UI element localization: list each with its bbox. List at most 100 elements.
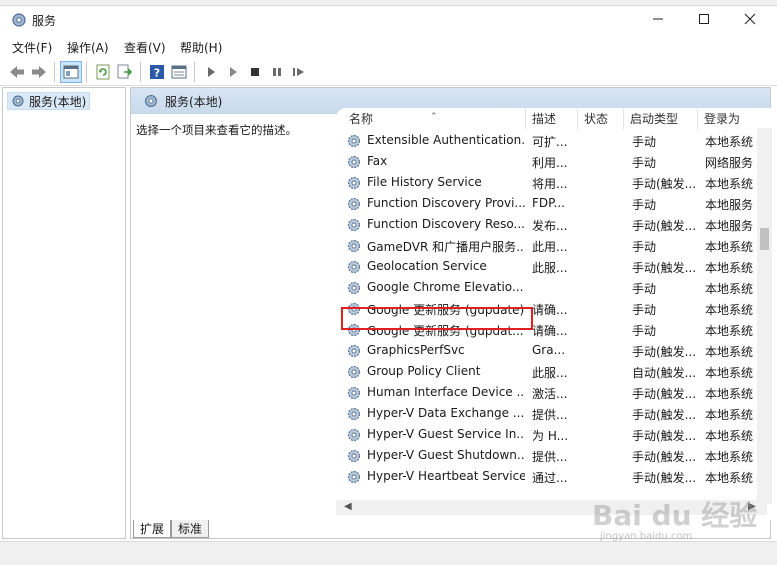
tab-extended-label: 扩展 [140, 522, 165, 536]
service-logon-as: 本地系统 [705, 303, 754, 317]
start-icon [208, 67, 215, 77]
menu-help[interactable]: 帮助(H) [180, 39, 222, 56]
service-startup-type: 手动(触发... [632, 345, 696, 359]
services-gear-icon [12, 13, 26, 27]
column-desc-label: 描述 [532, 112, 557, 126]
table-row[interactable]: Function Discovery Reso... 发布... 手动(触发... 本… [336, 214, 766, 235]
service-gear-icon [347, 239, 361, 253]
service-startup-type: 手动(触发... [632, 408, 696, 422]
service-gear-icon [347, 344, 361, 358]
table-row[interactable]: Extensible Authentication... 可扩... 手动 本地系统 [336, 130, 766, 151]
services-gear-icon [12, 95, 24, 107]
properties-button[interactable] [168, 61, 190, 83]
service-logon-as: 本地系统 [705, 324, 754, 338]
service-logon-as: 网络服务 [705, 156, 754, 170]
table-row[interactable]: Geolocation Service 此服... 手动(触发... 本地系统 [336, 256, 766, 277]
service-name: Hyper-V Guest Service In... [367, 427, 525, 441]
table-row[interactable]: Hyper-V Guest Service In... 为 H... 手动(触发..… [336, 424, 766, 445]
menu-file[interactable]: 文件(F) [12, 39, 52, 56]
table-row[interactable]: Hyper-V Heartbeat Service 通过... 手动(触发... 本地… [336, 466, 766, 487]
show-tree-button[interactable] [60, 61, 82, 83]
main-pane: 服务(本地) 选择一个项目来查看它的描述。 名称 ⌃ 描述 状态 启动类型 登录… [130, 87, 772, 539]
toolbar: ? [0, 58, 777, 86]
service-logon-as: 本地系统 [705, 345, 754, 359]
vertical-scroll-thumb[interactable] [760, 228, 769, 250]
export-icon [117, 64, 133, 79]
table-row[interactable]: Human Interface Device ... 激活... 手动(触发... 本… [336, 382, 766, 403]
refresh-button[interactable] [92, 61, 114, 83]
service-startup-type: 手动(触发... [632, 429, 696, 443]
service-logon-as: 本地系统 [705, 429, 754, 443]
service-name: GraphicsPerfSvc [367, 343, 465, 357]
service-gear-icon [347, 428, 361, 442]
help-button[interactable]: ? [146, 61, 168, 83]
watermark-url: jingyan.baidu.com [600, 531, 693, 542]
maximize-button[interactable] [681, 6, 727, 32]
services-list: 名称 ⌃ 描述 状态 启动类型 登录为 Extensible Authentic… [336, 108, 772, 520]
table-row[interactable]: Function Discovery Provi... FDP... 手动 本地服务 [336, 193, 766, 214]
status-bar [0, 541, 777, 565]
service-description: 此用... [532, 240, 568, 254]
forward-button[interactable] [28, 61, 50, 83]
close-button[interactable] [727, 6, 773, 32]
service-startup-type: 手动 [632, 324, 657, 338]
table-row[interactable]: GraphicsPerfSvc Gra... 手动(触发... 本地系统 [336, 340, 766, 361]
column-header-desc[interactable]: 描述 [526, 108, 578, 130]
service-gear-icon [347, 281, 361, 295]
pause-service-button[interactable] [266, 61, 288, 83]
start-service-alt-button[interactable] [222, 61, 244, 83]
tab-standard-label: 标准 [178, 522, 203, 536]
service-gear-icon [347, 449, 361, 463]
service-name: File History Service [367, 175, 482, 189]
start-service-button[interactable] [200, 61, 222, 83]
menu-action[interactable]: 操作(A) [67, 39, 109, 56]
table-row[interactable]: GameDVR 和广播用户服务... 此用... 手动 本地系统 [336, 235, 766, 256]
table-row[interactable]: Google Chrome Elevatio... 手动 本地系统 [336, 277, 766, 298]
column-header-startup[interactable]: 启动类型 [624, 108, 698, 130]
service-description: 此服... [532, 261, 568, 275]
service-gear-icon [347, 134, 361, 148]
tab-extended[interactable]: 扩展 [133, 520, 172, 538]
column-header-status[interactable]: 状态 [578, 108, 624, 130]
service-startup-type: 手动 [632, 240, 657, 254]
table-row[interactable]: File History Service 将用... 手动(触发... 本地系统 [336, 172, 766, 193]
service-description: 可扩... [532, 135, 568, 149]
service-gear-icon [347, 407, 361, 421]
back-button[interactable] [6, 61, 28, 83]
window-title: 服务 [32, 14, 57, 28]
service-name: Hyper-V Data Exchange ... [367, 406, 525, 420]
service-description: 提供... [532, 450, 568, 464]
service-gear-icon [347, 386, 361, 400]
column-header-name[interactable]: 名称 ⌃ [336, 108, 526, 130]
tab-standard[interactable]: 标准 [171, 520, 210, 538]
stop-service-button[interactable] [244, 61, 266, 83]
table-row[interactable]: Hyper-V Data Exchange ... 提供... 手动(触发... 本地… [336, 403, 766, 424]
menu-view[interactable]: 查看(V) [124, 39, 166, 56]
service-logon-as: 本地系统 [705, 450, 754, 464]
service-description: 此服... [532, 366, 568, 380]
vertical-scrollbar[interactable] [757, 128, 772, 504]
column-header-logon[interactable]: 登录为 [698, 108, 758, 130]
service-startup-type: 手动(触发... [632, 471, 696, 485]
service-gear-icon [347, 365, 361, 379]
service-gear-icon [347, 470, 361, 484]
export-button[interactable] [114, 61, 136, 83]
restart-service-button[interactable] [288, 61, 310, 83]
column-name-label: 名称 [349, 112, 374, 126]
back-icon [10, 66, 24, 78]
table-row[interactable]: Hyper-V Guest Shutdown... 提供... 手动(触发... 本地… [336, 445, 766, 466]
service-name: Group Policy Client [367, 364, 481, 378]
scroll-left-icon[interactable]: ◀ [344, 501, 352, 512]
service-name: Hyper-V Guest Shutdown... [367, 448, 525, 462]
service-name: Human Interface Device ... [367, 385, 525, 399]
service-startup-type: 手动(触发... [632, 219, 696, 233]
service-description: 将用... [532, 177, 568, 191]
tree-node-services-local[interactable]: 服务(本地) [7, 92, 91, 110]
service-name: Function Discovery Provi... [367, 196, 525, 210]
service-logon-as: 本地系统 [705, 135, 754, 149]
table-row[interactable]: Group Policy Client 此服... 自动(触发... 本地系统 [336, 361, 766, 382]
table-row[interactable]: Fax 利用... 手动 网络服务 [336, 151, 766, 172]
minimize-button[interactable] [635, 6, 681, 32]
service-description: Gra... [532, 343, 566, 357]
service-gear-icon [347, 155, 361, 169]
